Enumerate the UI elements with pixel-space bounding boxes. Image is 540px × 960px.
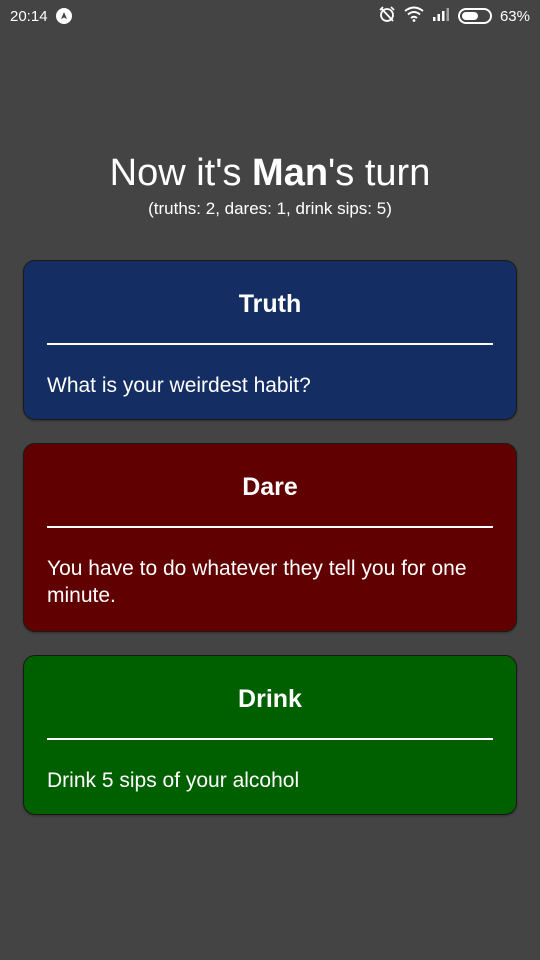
status-bar: 20:14 63% [0, 0, 540, 32]
truth-card-title: Truth [238, 290, 302, 318]
notification-icon [55, 8, 72, 24]
status-time: 20:14 [10, 7, 48, 25]
battery-icon [457, 8, 492, 24]
title-prefix: Now it's [109, 152, 253, 194]
truth-card[interactable]: Truth What is your weirdest habit? [23, 260, 517, 420]
alarm-off-icon [378, 5, 396, 27]
status-bar-left: 20:14 [10, 8, 72, 25]
wifi-icon [404, 6, 424, 26]
truth-card-text: What is your weirdest habit? [47, 374, 311, 397]
turn-stats: (truths: 2, dares: 1, drink sips: 5) [148, 199, 392, 218]
status-bar-right: 63% [378, 5, 530, 27]
title-suffix: 's turn [328, 152, 431, 194]
drink-card-text: Drink 5 sips of your alcohol [47, 769, 300, 792]
drink-card-title: Drink [238, 685, 302, 713]
dare-card-title: Dare [242, 473, 298, 501]
turn-title: Now it's Man's turn [0, 150, 540, 196]
turn-header: Now it's Man's turn (truths: 2, dares: 1… [0, 150, 540, 220]
battery-percent: 63% [499, 7, 530, 25]
drink-card[interactable]: Drink Drink 5 sips of your alcohol [23, 655, 517, 815]
player-name: Man [252, 152, 329, 194]
battery-level [461, 12, 479, 20]
dare-card-text: You have to do whatever they tell you fo… [47, 557, 467, 607]
dare-card[interactable]: Dare You have to do whatever they tell y… [23, 443, 517, 632]
signal-icon [432, 7, 450, 25]
